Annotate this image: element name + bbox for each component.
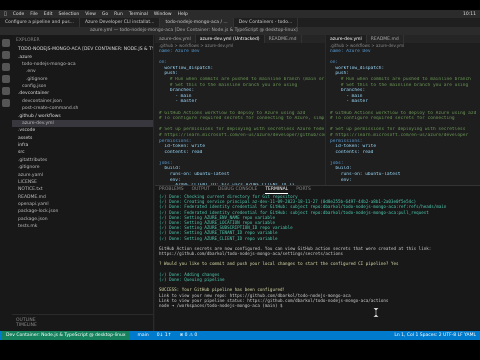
- sidebar-item[interactable]: TODO-NODEJS-MONGO-ACA [DEV CONTAINER: NO…: [12, 46, 153, 53]
- menu-file[interactable]: File: [30, 12, 38, 17]
- editor-status[interactable]: Ln 1, Col 1 Spaces: 2 UTF-8 LF YAML: [394, 333, 480, 338]
- code-line: # Run when commits are pushed to mainlin…: [330, 76, 471, 82]
- sidebar-footer: OUTLINE TIMELINE: [12, 314, 153, 331]
- clock: 10:11: [463, 11, 476, 17]
- activity-bar: [0, 35, 12, 331]
- sidebar-item[interactable]: package.json: [12, 216, 153, 223]
- problems-indicator[interactable]: ⊗ 0 ⚠ 0: [179, 333, 197, 338]
- code-area[interactable]: name: Azure Dev on: workflow_dispatch: pu…: [326, 49, 480, 183]
- browser-tab[interactable]: Dev Containers - todo...: [234, 18, 299, 27]
- menu-selection[interactable]: Selection: [58, 12, 79, 17]
- menu-view[interactable]: View: [85, 12, 96, 17]
- code-line: (✓) Done: Federated identity credential …: [159, 204, 447, 210]
- remote-indicator[interactable]: Dev Container: Node.js & TypeScript @ de…: [2, 331, 130, 340]
- code-line: env:: [330, 177, 352, 183]
- tab-ports[interactable]: PORTS: [296, 186, 311, 194]
- sidebar-item[interactable]: devcontainer.json: [12, 98, 153, 105]
- sidebar-item[interactable]: config.json: [12, 83, 153, 90]
- sidebar-item[interactable]: LICENSE: [12, 179, 153, 186]
- sidebar-item[interactable]: .gitignore: [12, 164, 153, 171]
- status-bar: Dev Container: Node.js & TypeScript @ de…: [0, 331, 480, 340]
- remote-explorer-icon[interactable]: [2, 99, 10, 107]
- tab-output[interactable]: OUTPUT: [192, 186, 210, 194]
- editor-tab[interactable]: README.md: [265, 35, 302, 43]
- browser-tab[interactable]: Azure Developer CLI installat...: [80, 18, 161, 27]
- editor-tab[interactable]: azure-dev.yml: [155, 35, 196, 43]
- tab-terminal[interactable]: TERMINAL: [265, 186, 289, 194]
- sidebar-item[interactable]: azure-dev.yml: [12, 119, 153, 128]
- sidebar-item[interactable]: openapi.yaml: [12, 201, 153, 208]
- editor-tab[interactable]: azure-dev.yml (Untracked): [195, 35, 265, 43]
- sidebar-item[interactable]: .devcontainer: [12, 90, 153, 97]
- editor-tabs: azure-dev.yml azure-dev.yml (Untracked) …: [155, 35, 325, 43]
- terminal-output[interactable]: (✓) Done: Checking current directory for…: [155, 194, 480, 308]
- code-line: # https://learn.microsoft.com/en-us/azur…: [330, 132, 469, 138]
- menu-go[interactable]: Go: [102, 12, 108, 17]
- terminal-panel[interactable]: PROBLEMS OUTPUT DEBUG CONSOLE TERMINAL P…: [155, 185, 480, 331]
- sidebar-item[interactable]: assets: [12, 135, 153, 142]
- mouse-cursor-icon: [373, 308, 379, 317]
- extensions-icon[interactable]: [2, 87, 10, 95]
- branch-indicator[interactable]: main: [138, 333, 149, 338]
- mac-menu-bar:  Code File Edit Selection View Go Run T…: [0, 10, 480, 18]
- tab-debug-console[interactable]: DEBUG CONSOLE: [218, 186, 257, 194]
- explorer-icon[interactable]: [2, 39, 10, 47]
- sidebar-item[interactable]: .azure: [12, 53, 153, 60]
- run-debug-icon[interactable]: [2, 75, 10, 83]
- screen:  Code File Edit Selection View Go Run T…: [0, 10, 480, 340]
- sidebar-item[interactable]: package-lock.json: [12, 208, 153, 215]
- browser-tab[interactable]: Configure a pipeline and pus...: [0, 18, 80, 27]
- sidebar-item[interactable]: azure.yaml: [12, 171, 153, 178]
- menu-help[interactable]: Help: [178, 12, 188, 17]
- menu-terminal[interactable]: Terminal: [129, 12, 148, 17]
- sidebar-item[interactable]: todo-nodejs-mongo-aca: [12, 61, 153, 68]
- sidebar-item[interactable]: .env: [12, 68, 153, 75]
- sidebar-item[interactable]: src: [12, 149, 153, 156]
- sidebar-item[interactable]: .gitattributes: [12, 157, 153, 164]
- editor-right[interactable]: azure-dev.yml README.md .github > workfl…: [325, 35, 480, 185]
- editor-tab[interactable]: README.md: [367, 35, 404, 43]
- tab-problems[interactable]: PROBLEMS: [159, 186, 184, 194]
- window-title: azure.yml — todo-nodejs-mongo-aca [Dev C…: [0, 27, 480, 35]
- sidebar-item[interactable]: tests.mk: [12, 223, 153, 230]
- video-frame:  Code File Edit Selection View Go Run T…: [0, 0, 480, 360]
- menu-code[interactable]: Code: [13, 12, 25, 17]
- sidebar-item[interactable]: post-create-command.sh: [12, 105, 153, 112]
- search-icon[interactable]: [2, 51, 10, 59]
- explorer-header: EXPLORER: [16, 38, 40, 43]
- source-control-icon[interactable]: [2, 63, 10, 71]
- code-line: # https://learn.microsoft.com/en-us/azur…: [159, 132, 325, 138]
- browser-tab-strip: Configure a pipeline and pus... Azure De…: [0, 18, 480, 27]
- sidebar-item[interactable]: .vscode: [12, 127, 153, 134]
- sidebar-item[interactable]: NOTICE.txt: [12, 186, 153, 193]
- code-line: # To configure required secrets for conn…: [159, 116, 325, 122]
- timeline-section[interactable]: TIMELINE: [16, 323, 149, 328]
- explorer-sidebar: EXPLORER TODO-NODEJS-MONGO-ACA [DEV CONT…: [12, 35, 154, 331]
- menu-run[interactable]: Run: [114, 12, 123, 17]
- menu-edit[interactable]: Edit: [44, 12, 53, 17]
- code-line: # Run when commits are pushed to mainlin…: [169, 76, 325, 82]
- editor-left[interactable]: azure-dev.yml azure-dev.yml (Untracked) …: [155, 35, 325, 185]
- sidebar-item[interactable]: .github / workflows: [12, 112, 153, 119]
- code-line: node ➜ /workspaces/todo-nodejs-mongo-aca…: [159, 302, 286, 308]
- sidebar-item[interactable]: infra: [12, 142, 153, 149]
- panel-tabs: PROBLEMS OUTPUT DEBUG CONSOLE TERMINAL P…: [155, 186, 480, 194]
- editor-tab[interactable]: azure-dev.yml: [326, 35, 367, 43]
- menu-window[interactable]: Window: [154, 12, 172, 17]
- apple-icon[interactable]: : [4, 12, 7, 17]
- editor-tabs: azure-dev.yml README.md: [326, 35, 480, 43]
- sidebar-item[interactable]: README.md: [12, 194, 153, 201]
- code-area[interactable]: name: Azure Dev on: workflow_dispatch: pu…: [155, 49, 325, 185]
- sidebar-item[interactable]: .gitignore: [12, 76, 153, 83]
- browser-tab[interactable]: todo-nodejs-mongo-aca / ...: [160, 18, 234, 27]
- sync-indicator[interactable]: 0↓ 1↑: [157, 333, 172, 338]
